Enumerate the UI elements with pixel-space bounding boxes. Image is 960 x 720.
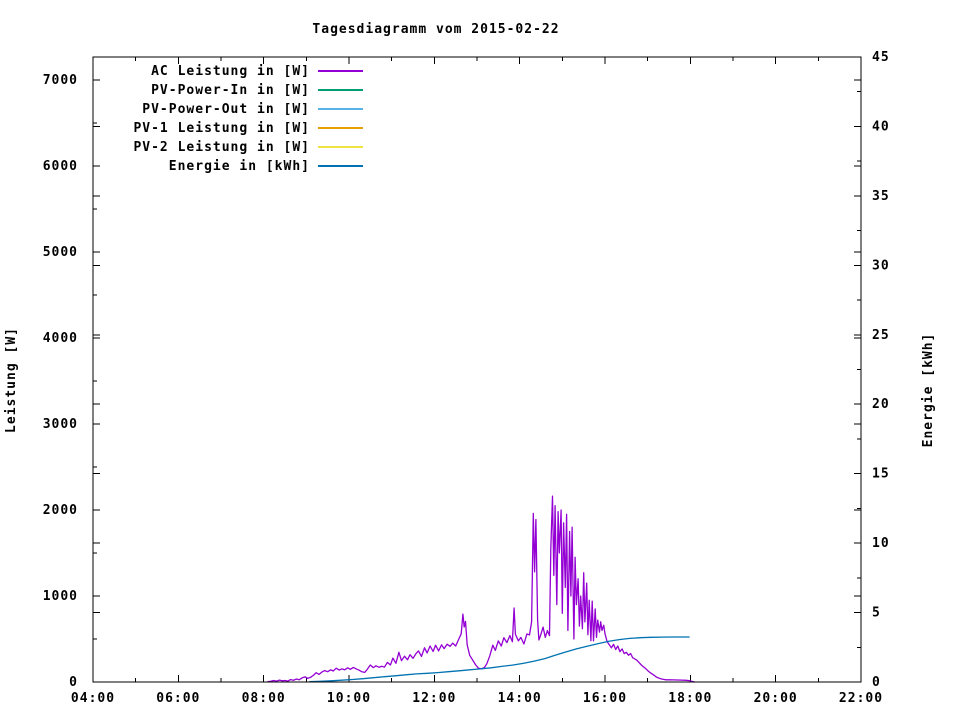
y-tick-label: 5000 [43,245,78,260]
y2-tick-label: 15 [872,467,890,482]
y2-tick-label: 5 [872,606,881,621]
legend-entry: PV-1 Leistung in [W] [133,121,363,136]
y2-tick-label: 20 [872,397,890,412]
x-tick-label: 20:00 [754,691,798,706]
y-tick-label: 7000 [43,73,78,88]
x-tick-label: 10:00 [327,691,371,706]
y-tick-label: 2000 [43,503,78,518]
y-tick-label: 3000 [43,417,78,432]
legend-entry: PV-2 Leistung in [W] [133,140,363,155]
legend-entry: PV-Power-In in [W] [151,83,363,98]
legend-entry: PV-Power-Out in [W] [142,102,363,117]
legend-label: PV-Power-In in [W] [151,83,310,98]
y2-tick-label: 30 [872,258,890,273]
y-tick-label: 4000 [43,331,78,346]
legend-entry: AC Leistung in [W] [151,64,363,79]
x-tick-label: 22:00 [839,691,883,706]
y-tick-label: 1000 [43,589,78,604]
y2-tick-label: 45 [872,50,890,65]
y2-tick-label: 35 [872,189,890,204]
legend-label: PV-1 Leistung in [W] [133,121,310,136]
legend-label: Energie in [kWh] [169,159,310,174]
x-tick-label: 18:00 [668,691,712,706]
x-tick-label: 06:00 [156,691,200,706]
x-tick-label: 04:00 [71,691,115,706]
y-tick-label: 0 [69,675,78,690]
legend-label: AC Leistung in [W] [151,64,310,79]
x-tick-label: 12:00 [412,691,456,706]
x-tick-label: 14:00 [498,691,542,706]
y-tick-label: 6000 [43,159,78,174]
legend: AC Leistung in [W] PV-Power-In in [W] PV-P… [133,64,363,174]
y2-tick-label: 25 [872,328,890,343]
legend-label: PV-2 Leistung in [W] [133,140,310,155]
legend-label: PV-Power-Out in [W] [142,102,310,117]
x-tick-label: 08:00 [242,691,286,706]
chart-canvas: Tagesdiagramm vom 2015-02-22 Leistung [W… [4,22,936,706]
y2-tick-label: 40 [872,119,890,134]
chart-title: Tagesdiagramm vom 2015-02-22 [312,22,559,37]
series-lines [267,495,696,683]
series-line-ac-leistung-in-w [267,495,696,683]
x-tick-label: 16:00 [583,691,627,706]
y2-tick-label: 10 [872,536,890,551]
y2-tick-label: 0 [872,675,881,690]
y2-axis-label: Energie [kWh] [921,333,936,448]
legend-entry: Energie in [kWh] [169,159,363,174]
y-axis-label: Leistung [W] [4,327,19,433]
